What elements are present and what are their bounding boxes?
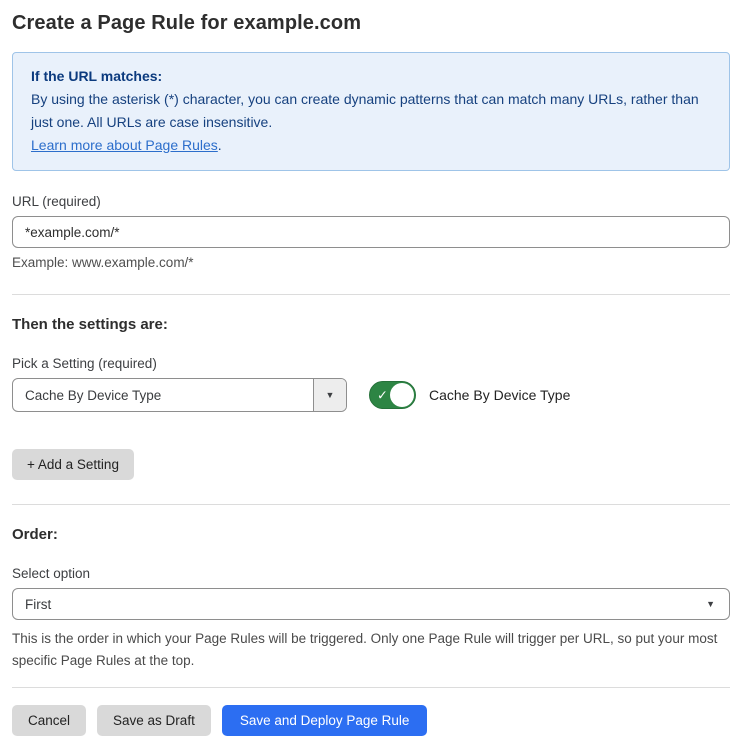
toggle-label: Cache By Device Type [429, 387, 570, 403]
link-suffix: . [218, 137, 222, 153]
setting-toggle-wrap: ✓ Cache By Device Type [369, 381, 570, 409]
divider [12, 294, 730, 295]
setting-select-value: Cache By Device Type [13, 379, 313, 411]
settings-section-heading: Then the settings are: [12, 316, 730, 333]
order-select-value: First [25, 597, 706, 612]
order-select-label: Select option [12, 566, 730, 581]
url-example-hint: Example: www.example.com/* [12, 255, 730, 270]
setting-select-caret-button[interactable]: ▼ [313, 379, 346, 411]
info-box-link-line: Learn more about Page Rules. [31, 134, 711, 157]
add-setting-button[interactable]: + Add a Setting [12, 449, 134, 480]
cancel-button[interactable]: Cancel [12, 705, 86, 736]
info-box-body: By using the asterisk (*) character, you… [31, 88, 711, 134]
learn-more-link[interactable]: Learn more about Page Rules [31, 137, 218, 153]
setting-select[interactable]: Cache By Device Type ▼ [12, 378, 347, 412]
cache-by-device-type-toggle[interactable]: ✓ [369, 381, 416, 409]
setting-row: Cache By Device Type ▼ ✓ Cache By Device… [12, 378, 730, 412]
info-box-heading: If the URL matches: [31, 65, 711, 88]
save-and-deploy-button[interactable]: Save and Deploy Page Rule [222, 705, 428, 736]
page-title: Create a Page Rule for example.com [12, 12, 730, 35]
divider [12, 504, 730, 505]
order-section-heading: Order: [12, 526, 730, 543]
order-select[interactable]: First ▼ [12, 588, 730, 620]
url-match-info-box: If the URL matches: By using the asteris… [12, 52, 730, 171]
save-as-draft-button[interactable]: Save as Draft [97, 705, 211, 736]
page-rule-form: Create a Page Rule for example.com If th… [0, 0, 750, 736]
url-field-label: URL (required) [12, 194, 730, 209]
url-input[interactable] [12, 216, 730, 248]
check-icon: ✓ [377, 389, 388, 402]
order-helper-text: This is the order in which your Page Rul… [12, 628, 730, 672]
chevron-down-icon: ▼ [706, 600, 715, 609]
footer-buttons: Cancel Save as Draft Save and Deploy Pag… [12, 705, 730, 736]
setting-picker-label: Pick a Setting (required) [12, 356, 730, 371]
chevron-down-icon: ▼ [326, 391, 335, 400]
toggle-knob [390, 383, 414, 407]
